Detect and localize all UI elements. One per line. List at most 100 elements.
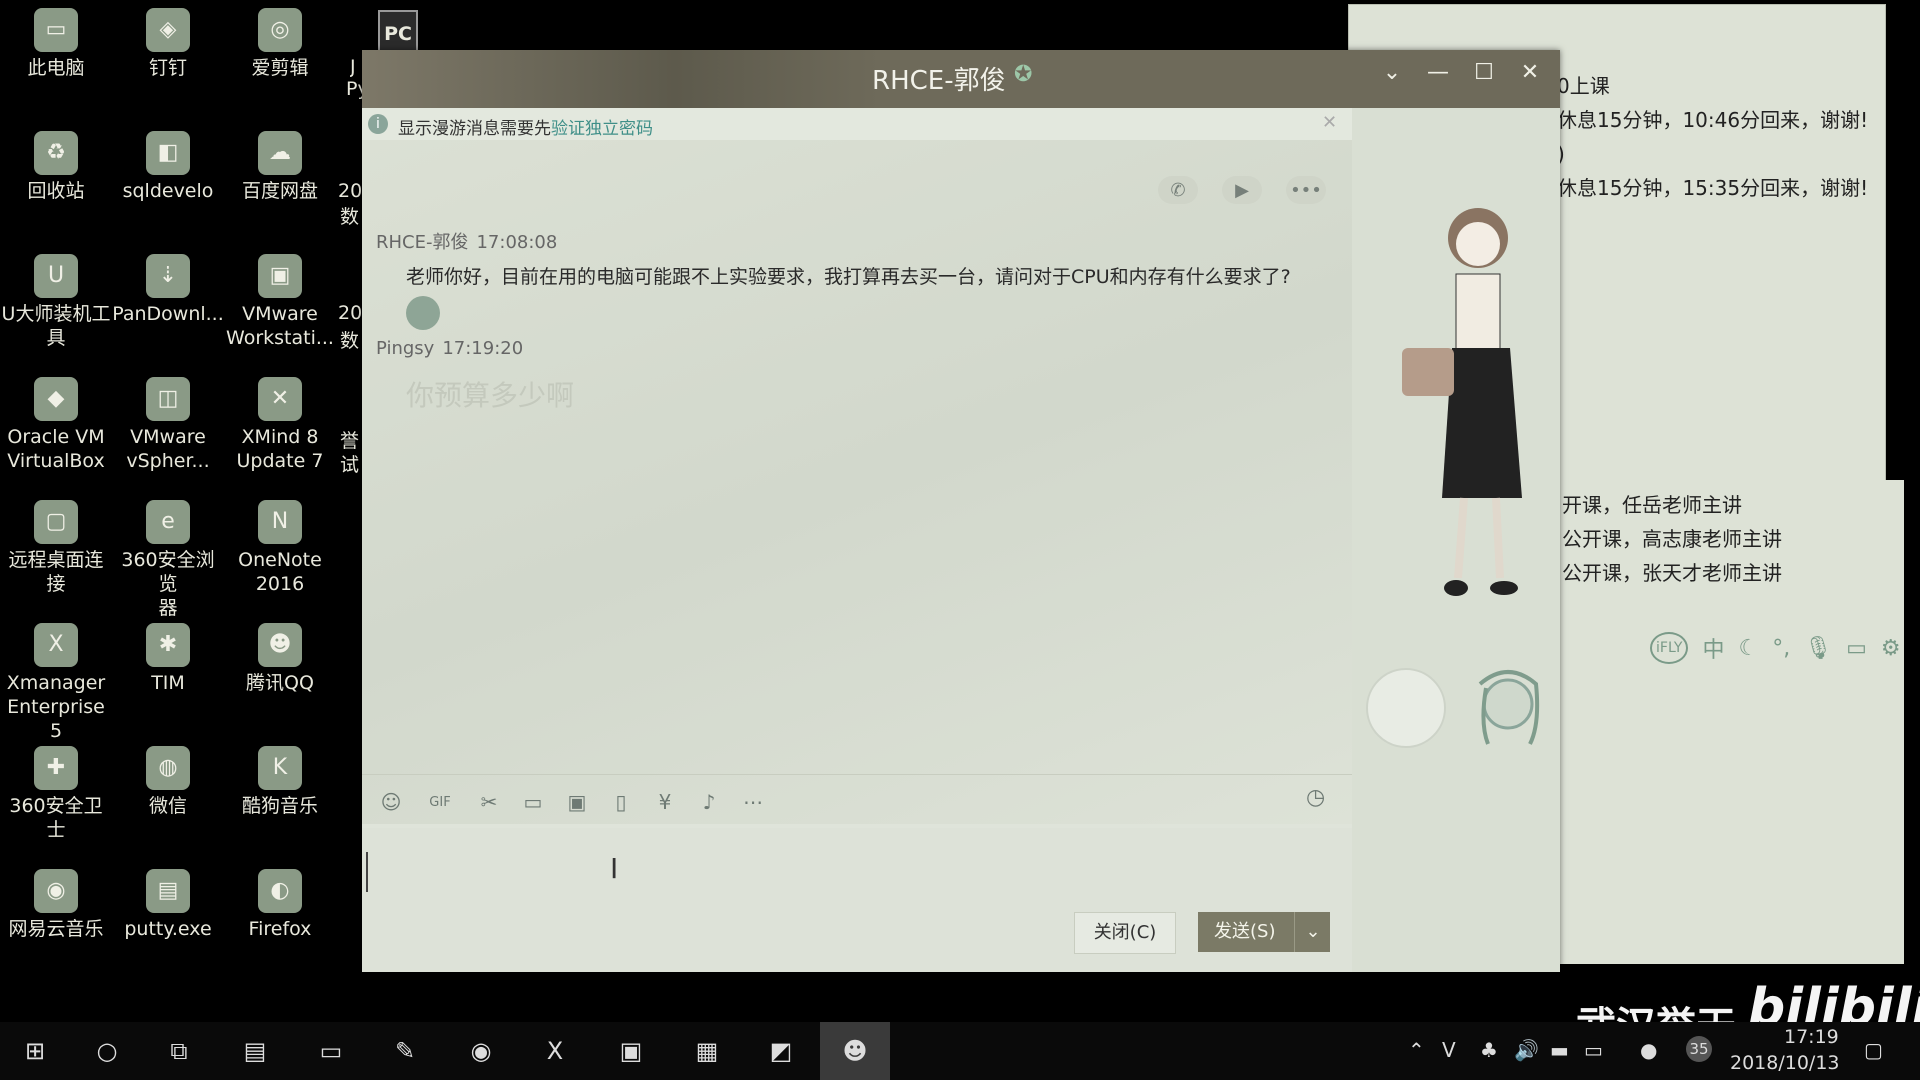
emoji-picker-icon[interactable]: ☺ — [376, 787, 406, 817]
card-app-icon[interactable]: ▦ — [672, 1022, 742, 1080]
desktop-icon[interactable]: ◫ VMware vSpher... — [112, 377, 224, 473]
ifly-icon[interactable]: iFLY — [1650, 632, 1689, 664]
folder-icon[interactable]: ▭ — [518, 787, 548, 817]
send-button[interactable]: 发送(S) ⌄ — [1198, 912, 1330, 952]
sticky-notes-icon[interactable]: ◩ — [746, 1022, 816, 1080]
desktop-icon[interactable]: ☁ 百度网盘 — [224, 131, 336, 203]
desktop-icon-label: PanDownl... — [112, 303, 224, 325]
notes-window-lower[interactable]: 开课，任岳老师主讲 公开课，高志康老师主讲 公开课，张天才老师主讲 — [1552, 480, 1904, 964]
qq-chat-taskbar-icon[interactable]: ☻ — [820, 1022, 890, 1080]
network-icon[interactable]: ▭ — [1584, 1038, 1603, 1062]
close-chat-button[interactable]: 关闭(C) — [1074, 912, 1176, 954]
desktop-icon[interactable]: ▢ 远程桌面连接 — [0, 500, 112, 596]
close-window-button[interactable]: ✕ — [1512, 60, 1548, 85]
task-view-icon[interactable]: ⧉ — [144, 1022, 214, 1080]
moon-icon[interactable]: ☾ — [1738, 636, 1758, 661]
desktop-icon[interactable]: ✚ 360安全卫士 — [0, 746, 112, 842]
desktop-icon[interactable]: ◧ sqldevelo — [112, 131, 224, 203]
file-explorer-icon[interactable]: ▭ — [296, 1022, 366, 1080]
chevron-up-icon[interactable]: ⌃ — [1408, 1038, 1425, 1062]
message-history[interactable]: ✆ ▶ ••• RHCE-郭俊 17:08:08 老师你好，目前在用的电脑可能跟不… — [362, 140, 1352, 824]
desktop-icon[interactable]: ◉ 网易云音乐 — [0, 869, 112, 941]
desktop-icon[interactable]: ♻ 回收站 — [0, 131, 112, 203]
notification-badge[interactable]: 35 — [1686, 1036, 1712, 1062]
start-windows-icon[interactable]: ⊞ — [0, 1022, 70, 1080]
netease-music-icon: ◉ — [34, 869, 78, 913]
message-text: 你预算多少啊 — [406, 379, 575, 412]
desktop-icon-label: Xmanager — [6, 672, 106, 694]
excel-icon[interactable]: X — [520, 1022, 590, 1080]
action-center-icon[interactable]: ▢ — [1864, 1038, 1883, 1062]
desktop-icon[interactable]: ☻ 腾讯QQ — [224, 623, 336, 695]
desktop-icon[interactable]: ✕ XMind 8 Update 7 — [224, 377, 336, 473]
tray-qq-icon[interactable]: ♣ — [1480, 1038, 1498, 1062]
message-text: 老师你好，目前在用的电脑可能跟不上实验要求，我打算再去买一台，请问对于CPU和内… — [406, 266, 1291, 288]
desktop-icon-label: U大师装机工 — [1, 303, 111, 325]
desktop-icon[interactable]: e 360安全浏览器 — [112, 500, 224, 620]
tray-status-icon[interactable]: ● — [1640, 1038, 1657, 1062]
settings-gear-icon[interactable]: ⚙ — [1881, 636, 1901, 661]
desktop-icon[interactable]: ◎ 爱剪辑 — [224, 8, 336, 80]
desktop-icon[interactable]: ▤ putty.exe — [112, 869, 224, 941]
tray-app-icon[interactable]: V — [1442, 1038, 1456, 1062]
send-options-chevron-icon[interactable]: ⌄ — [1294, 912, 1331, 952]
desktop-icon[interactable]: ◆ Oracle VM VirtualBox — [0, 377, 112, 473]
cortana-search-icon[interactable]: ○ — [72, 1022, 142, 1080]
red-packet-icon[interactable]: ¥ — [650, 787, 680, 817]
chat-app-icon[interactable]: ▤ — [220, 1022, 290, 1080]
more-icon[interactable]: ••• — [1286, 176, 1326, 204]
desktop-icon[interactable]: ◍ 微信 — [112, 746, 224, 818]
desktop-icon[interactable]: ✱ TIM — [112, 623, 224, 695]
note-line: ) — [1557, 142, 1565, 166]
maximize-button[interactable]: ☐ — [1466, 60, 1502, 85]
desktop-icon[interactable]: ▣ VMware Workstati... — [224, 254, 336, 350]
volume-icon[interactable]: 🔊 — [1514, 1038, 1539, 1062]
notepad-icon[interactable]: ✎ — [370, 1022, 440, 1080]
sender-name[interactable]: Pingsy — [376, 338, 434, 359]
history-clock-icon[interactable]: ◷ — [1306, 785, 1325, 810]
message-input[interactable]: I 关闭(C) 发送(S) ⌄ — [362, 828, 1352, 972]
desktop-icon[interactable]: K 酷狗音乐 — [224, 746, 336, 818]
more-tools-icon[interactable]: ⋯ — [738, 787, 768, 817]
desktop-icon-label: XMind 8 — [241, 426, 319, 448]
note-line: 开课，任岳老师主讲 — [1562, 493, 1742, 517]
desktop-icon-label: TIM — [151, 672, 185, 694]
punctuation-icon[interactable]: °, — [1772, 636, 1790, 661]
image-icon[interactable]: ▣ — [562, 787, 592, 817]
desktop-icon[interactable]: U U大师装机工具 — [0, 254, 112, 350]
star-badge-icon: ✪ — [1014, 62, 1033, 87]
microphone-icon[interactable]: 🎙 — [1804, 636, 1832, 661]
minimize-button[interactable]: — — [1420, 60, 1456, 85]
video-call-icon[interactable]: ▶ — [1222, 176, 1262, 204]
desktop-icon[interactable]: ◈ 钉钉 — [112, 8, 224, 80]
taskbar-date[interactable]: 2018/10/13 — [1730, 1052, 1840, 1074]
my-avatar[interactable] — [1470, 664, 1546, 748]
desktop-icon[interactable]: N OneNote 2016 — [224, 500, 336, 596]
notice-label: 显示漫游消息需要先 — [398, 119, 551, 139]
phone-icon[interactable]: ✆ — [1158, 176, 1198, 204]
wechat-icon: ◍ — [146, 746, 190, 790]
desktop-icon-label: 微信 — [148, 795, 187, 817]
desktop-icon-label: Update 7 — [236, 450, 324, 472]
desktop-icon[interactable]: X Xmanager Enterprise 5 — [0, 623, 112, 743]
browser-taskbar-icon[interactable]: ◉ — [446, 1022, 516, 1080]
ime-lang-toggle[interactable]: 中 — [1702, 632, 1724, 664]
desktop-icon[interactable]: ▭ 此电脑 — [0, 8, 112, 80]
contact-avatar[interactable] — [1366, 668, 1446, 748]
music-icon[interactable]: ♪ — [694, 787, 724, 817]
vmware-taskbar-icon[interactable]: ▣ — [596, 1022, 666, 1080]
keyboard-icon[interactable]: ▭ — [1846, 636, 1867, 661]
shake-icon[interactable]: ▯ — [606, 787, 636, 817]
battery-icon[interactable]: ▬ — [1550, 1038, 1569, 1062]
notice-close-icon[interactable]: ✕ — [1322, 112, 1337, 133]
desktop-icon[interactable]: ◐ Firefox — [224, 869, 336, 941]
desktop-icon[interactable]: ⇣ PanDownl... — [112, 254, 224, 326]
verify-password-link[interactable]: 验证独立密码 — [551, 119, 653, 139]
desktop-icon-label: 远程桌面连接 — [8, 549, 104, 595]
taskbar-time[interactable]: 17:19 — [1784, 1026, 1839, 1048]
chat-titlebar[interactable]: RHCE-郭俊 ✪ ⌄ — ☐ ✕ — [362, 50, 1560, 108]
gif-icon[interactable]: GIF — [420, 787, 460, 817]
chevron-down-icon[interactable]: ⌄ — [1374, 60, 1410, 85]
scissors-icon[interactable]: ✂ — [474, 787, 504, 817]
sender-name[interactable]: RHCE-郭俊 — [376, 232, 468, 253]
